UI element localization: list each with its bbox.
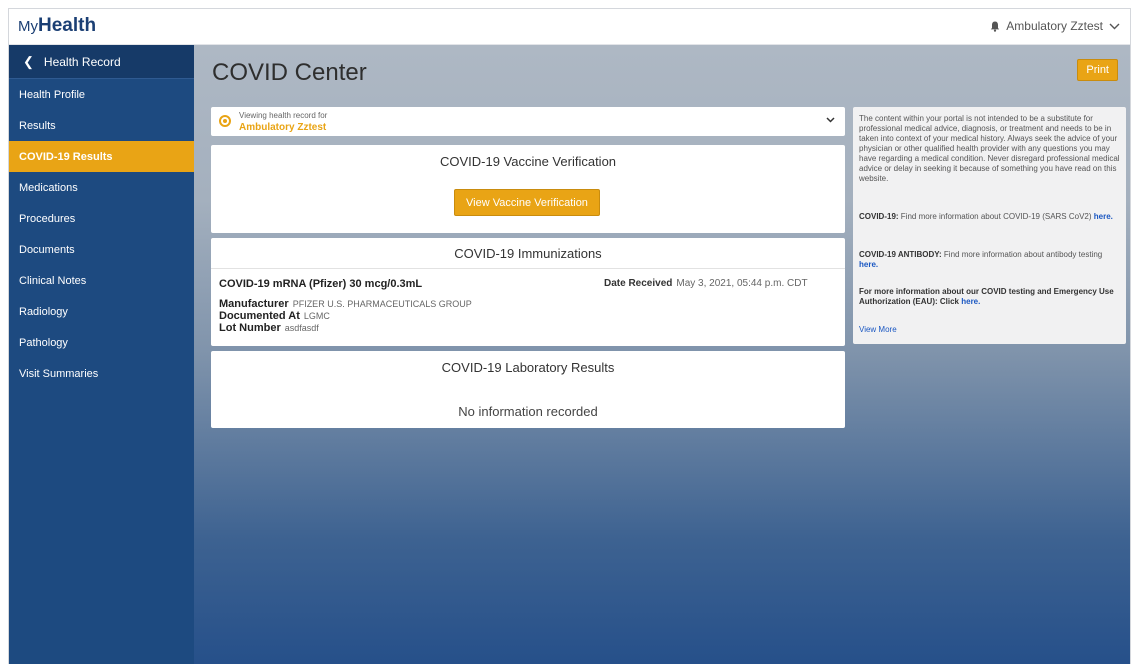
sidebar-item-label: Visit Summaries bbox=[19, 367, 99, 380]
disclaimer-text: The content within your portal is not in… bbox=[859, 114, 1120, 183]
chevron-down-icon bbox=[1109, 23, 1120, 29]
sidebar-item-label: Radiology bbox=[19, 305, 68, 318]
sidebar-item-health-profile[interactable]: Health Profile bbox=[9, 79, 194, 110]
bell-icon[interactable] bbox=[990, 21, 1000, 32]
covid-info-text: Find more information about COVID-19 (SA… bbox=[900, 212, 1092, 221]
date-received-value: May 3, 2021, 05:44 p.m. CDT bbox=[676, 278, 808, 289]
documented-at-value: LGMC bbox=[303, 311, 330, 321]
print-button[interactable]: Print bbox=[1077, 59, 1118, 81]
lot-number-row: Lot Number asdfasdf bbox=[219, 322, 319, 334]
date-received-label: Date Received bbox=[604, 278, 673, 289]
back-label: Health Record bbox=[43, 54, 121, 69]
vaccine-verification-title: COVID-19 Vaccine Verification bbox=[439, 154, 617, 169]
immunizations-title: COVID-19 Immunizations bbox=[211, 238, 845, 269]
user-name: Ambulatory Zztest bbox=[1006, 19, 1103, 33]
user-menu[interactable]: Ambulatory Zztest bbox=[990, 19, 1120, 33]
laboratory-results-card: COVID-19 Laboratory Results No informati… bbox=[211, 351, 845, 428]
sidebar-item-label: Medications bbox=[19, 181, 78, 194]
vaccine-verification-card: COVID-19 Vaccine Verification View Vacci… bbox=[211, 145, 845, 233]
chevron-down-icon[interactable] bbox=[826, 115, 835, 126]
sidebar-item-clinical-notes[interactable]: Clinical Notes bbox=[9, 265, 194, 296]
app-window: MyHealth Ambulatory Zztest ❮ Health Reco… bbox=[8, 8, 1131, 664]
laboratory-results-title: COVID-19 Laboratory Results bbox=[441, 360, 615, 375]
sidebar-item-label: COVID-19 Results bbox=[19, 150, 113, 163]
chevron-left-icon: ❮ bbox=[23, 53, 34, 69]
antibody-info-text: Find more information about antibody tes… bbox=[943, 250, 1103, 259]
sidebar-item-results[interactable]: Results bbox=[9, 110, 194, 141]
sidebar-item-pathology[interactable]: Pathology bbox=[9, 327, 194, 358]
antibody-info-label: COVID-19 ANTIBODY: bbox=[859, 250, 942, 259]
eua-here-link[interactable]: here. bbox=[961, 297, 980, 306]
covid-info-label: COVID-19: bbox=[859, 212, 899, 221]
eua-info-text: For more information about our COVID tes… bbox=[859, 287, 1114, 306]
documented-at-label: Documented At bbox=[219, 310, 300, 322]
main-content: COVID Center Print Viewing health record… bbox=[194, 45, 1130, 664]
sidebar-item-documents[interactable]: Documents bbox=[9, 234, 194, 265]
back-to-health-record[interactable]: ❮ Health Record bbox=[9, 45, 194, 79]
viewing-label: Viewing health record for bbox=[239, 111, 328, 120]
sidebar-item-label: Results bbox=[19, 119, 56, 132]
view-vaccine-verification-button[interactable]: View Vaccine Verification bbox=[454, 189, 600, 216]
eua-info: For more information about our COVID tes… bbox=[859, 287, 1121, 307]
sidebar: ❮ Health Record Health Profile Results C… bbox=[9, 45, 194, 664]
covid-here-link[interactable]: here. bbox=[1094, 212, 1113, 221]
viewing-patient-name: Ambulatory Zztest bbox=[239, 122, 327, 133]
sidebar-item-radiology[interactable]: Radiology bbox=[9, 296, 194, 327]
sidebar-item-label: Pathology bbox=[19, 336, 68, 349]
info-panel: The content within your portal is not in… bbox=[853, 107, 1126, 344]
sidebar-item-label: Clinical Notes bbox=[19, 274, 87, 287]
myhealth-logo[interactable]: MyHealth bbox=[18, 15, 96, 37]
user-circle-icon bbox=[219, 115, 231, 127]
lot-number-label: Lot Number bbox=[219, 322, 281, 334]
immunization-name: COVID-19 mRNA (Pfizer) 30 mcg/0.3mL bbox=[219, 278, 423, 290]
manufacturer-row: Manufacturer PFIZER U.S. PHARMACEUTICALS … bbox=[219, 298, 472, 310]
no-information-text: No information recorded bbox=[458, 404, 598, 419]
documented-at-row: Documented At LGMC bbox=[219, 310, 330, 322]
viewing-record-selector[interactable]: Viewing health record for Ambulatory Zzt… bbox=[211, 107, 845, 136]
covid-info: COVID-19: Find more information about CO… bbox=[859, 212, 1121, 222]
page-title: COVID Center bbox=[212, 59, 367, 86]
antibody-info: COVID-19 ANTIBODY: Find more information… bbox=[859, 250, 1121, 270]
sidebar-item-label: Procedures bbox=[19, 212, 76, 225]
date-received: Date Received May 3, 2021, 05:44 p.m. CDT bbox=[604, 278, 808, 289]
immunizations-card: COVID-19 Immunizations COVID-19 mRNA (Pf… bbox=[211, 238, 845, 346]
sidebar-item-visit-summaries[interactable]: Visit Summaries bbox=[9, 358, 194, 389]
sidebar-item-label: Health Profile bbox=[19, 88, 86, 101]
sidebar-item-covid-19-results[interactable]: COVID-19 Results bbox=[9, 141, 194, 172]
manufacturer-label: Manufacturer bbox=[219, 298, 289, 310]
manufacturer-value: PFIZER U.S. PHARMACEUTICALS GROUP bbox=[292, 299, 472, 309]
top-bar: MyHealth Ambulatory Zztest bbox=[9, 9, 1130, 45]
sidebar-item-label: Documents bbox=[19, 243, 75, 256]
sidebar-item-procedures[interactable]: Procedures bbox=[9, 203, 194, 234]
view-more-link[interactable]: View More bbox=[859, 325, 1121, 335]
lot-number-value: asdfasdf bbox=[284, 323, 319, 333]
antibody-here-link[interactable]: here. bbox=[859, 260, 878, 269]
sidebar-item-medications[interactable]: Medications bbox=[9, 172, 194, 203]
